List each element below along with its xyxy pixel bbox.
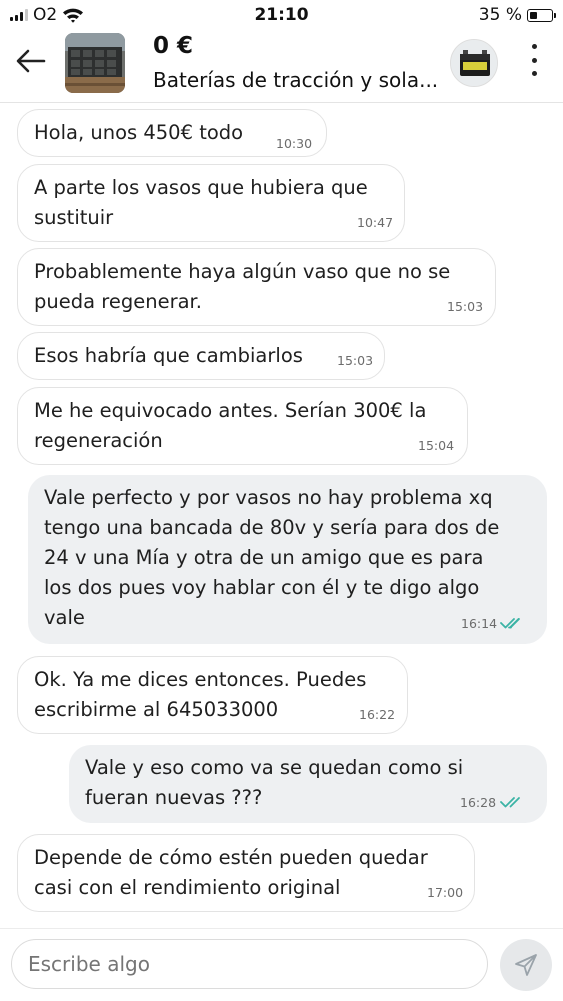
message-incoming[interactable]: Esos habría que cambiarlos 15:03 bbox=[17, 332, 385, 380]
message-outgoing[interactable]: Vale perfecto y por vasos no hay problem… bbox=[28, 475, 547, 644]
product-photo-icon bbox=[65, 33, 125, 93]
conversation-header: 0 € Baterías de tracción y sola... bbox=[0, 30, 563, 103]
back-button[interactable] bbox=[14, 44, 48, 78]
battery-fill bbox=[530, 11, 537, 19]
message-text: A parte los vasos que hubiera que sustit… bbox=[34, 176, 368, 229]
send-button[interactable] bbox=[500, 939, 552, 991]
message-incoming[interactable]: Ok. Ya me dices entonces. Puedes escribi… bbox=[17, 656, 408, 734]
message-time: 16:14 bbox=[461, 616, 498, 631]
more-options-button[interactable] bbox=[522, 42, 546, 78]
message-text: Me he equivocado antes. Serían 300€ la r… bbox=[34, 399, 427, 452]
product-thumbnail[interactable] bbox=[65, 33, 125, 93]
battery-percent: 35 % bbox=[478, 5, 522, 25]
battery-icon bbox=[527, 8, 556, 22]
message-list[interactable]: Hola, unos 450€ todo 10:30 A parte los v… bbox=[0, 103, 563, 925]
message-time: 16:28 bbox=[460, 795, 497, 810]
read-receipt-icon bbox=[500, 618, 520, 629]
message-incoming[interactable]: Hola, unos 450€ todo 10:30 bbox=[17, 109, 327, 157]
message-time: 15:04 bbox=[418, 438, 455, 453]
message-text: Hola, unos 450€ todo bbox=[34, 121, 244, 144]
arrow-left-icon bbox=[16, 49, 46, 73]
product-title[interactable]: Baterías de tracción y sola... bbox=[153, 68, 443, 92]
message-text: Vale y eso como va se quedan como si fue… bbox=[85, 756, 464, 809]
message-text: Ok. Ya me dices entonces. Puedes escribi… bbox=[34, 668, 367, 721]
message-time: 15:03 bbox=[447, 299, 484, 314]
message-incoming[interactable]: Depende de cómo estén pueden quedar casi… bbox=[17, 834, 475, 912]
status-bar: O2 21:10 35 % bbox=[0, 0, 563, 30]
message-time: 17:00 bbox=[427, 885, 464, 900]
more-vertical-icon bbox=[531, 44, 537, 49]
message-incoming[interactable]: Me he equivocado antes. Serían 300€ la r… bbox=[17, 387, 468, 465]
read-receipt-icon bbox=[500, 797, 520, 808]
message-time: 10:30 bbox=[276, 136, 313, 151]
message-time: 15:03 bbox=[337, 353, 374, 368]
message-time: 16:22 bbox=[359, 707, 396, 722]
status-right: 35 % bbox=[478, 5, 556, 25]
message-text: Esos habría que cambiarlos bbox=[34, 344, 303, 367]
message-outgoing[interactable]: Vale y eso como va se quedan como si fue… bbox=[69, 745, 547, 823]
seller-avatar[interactable] bbox=[450, 39, 498, 87]
product-price: 0 € bbox=[153, 33, 194, 59]
send-icon bbox=[515, 954, 537, 976]
message-incoming[interactable]: A parte los vasos que hubiera que sustit… bbox=[17, 164, 405, 242]
battery-product-icon bbox=[451, 40, 497, 86]
message-text: Probablemente haya algún vaso que no se … bbox=[34, 260, 451, 313]
message-time: 10:47 bbox=[357, 215, 394, 230]
message-composer bbox=[0, 928, 563, 1001]
message-text: Depende de cómo estén pueden quedar casi… bbox=[34, 846, 428, 899]
message-text: Vale perfecto y por vasos no hay problem… bbox=[44, 486, 500, 629]
message-input[interactable] bbox=[11, 939, 488, 989]
message-incoming[interactable]: Probablemente haya algún vaso que no se … bbox=[17, 248, 496, 326]
